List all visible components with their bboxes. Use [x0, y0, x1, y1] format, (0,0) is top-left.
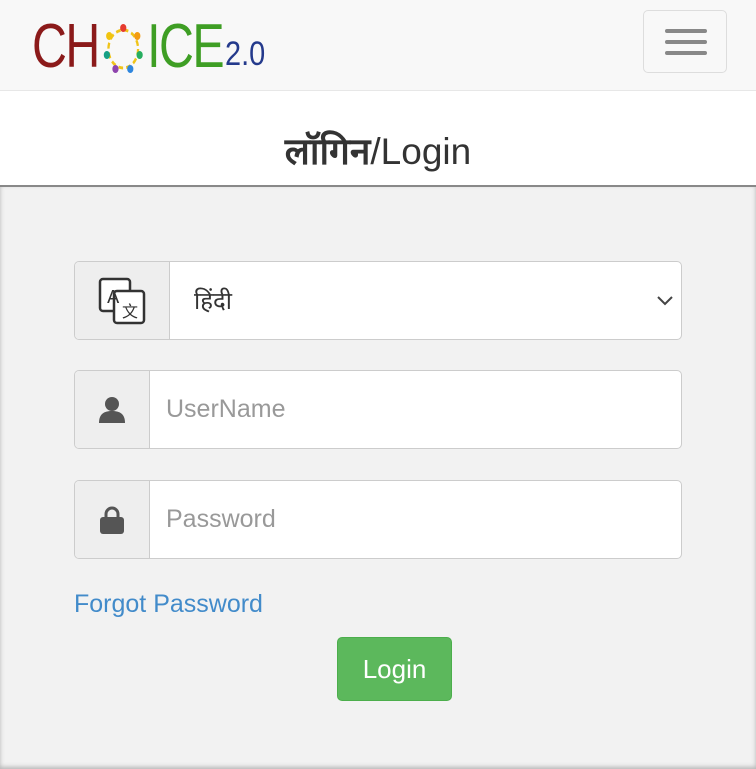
password-addon — [75, 481, 150, 558]
navbar: CH ICE 2.0 — [0, 0, 756, 91]
language-select[interactable]: हिंदी — [170, 262, 681, 339]
username-group[interactable]: UserName — [74, 370, 682, 449]
language-select-group[interactable]: A 文 हिंदी — [74, 261, 682, 340]
page-title: लॉगिन/Login — [284, 130, 472, 173]
navbar-toggle-button[interactable] — [643, 10, 727, 73]
svg-text:文: 文 — [122, 302, 138, 321]
logo-ch-text: CH — [32, 12, 100, 81]
user-icon — [99, 396, 125, 423]
hamburger-menu-icon — [665, 29, 707, 33]
translate-icon: A 文 — [98, 277, 146, 324]
login-button[interactable]: Login — [337, 637, 452, 701]
language-addon: A 文 — [75, 262, 170, 339]
logo-people-circle-icon — [103, 24, 143, 73]
logo-ice-text: ICE — [147, 12, 225, 81]
logo-version: 2.0 — [224, 35, 266, 73]
username-input[interactable]: UserName — [150, 371, 681, 448]
chevron-down-icon — [657, 296, 673, 306]
forgot-password-link[interactable]: Forgot Password — [74, 590, 263, 619]
lock-icon — [100, 506, 124, 534]
password-group[interactable]: Password — [74, 480, 682, 559]
username-addon — [75, 371, 150, 448]
password-input[interactable]: Password — [150, 481, 681, 558]
choice-logo[interactable]: CH ICE 2.0 — [32, 14, 272, 78]
svg-text:A: A — [107, 287, 120, 308]
